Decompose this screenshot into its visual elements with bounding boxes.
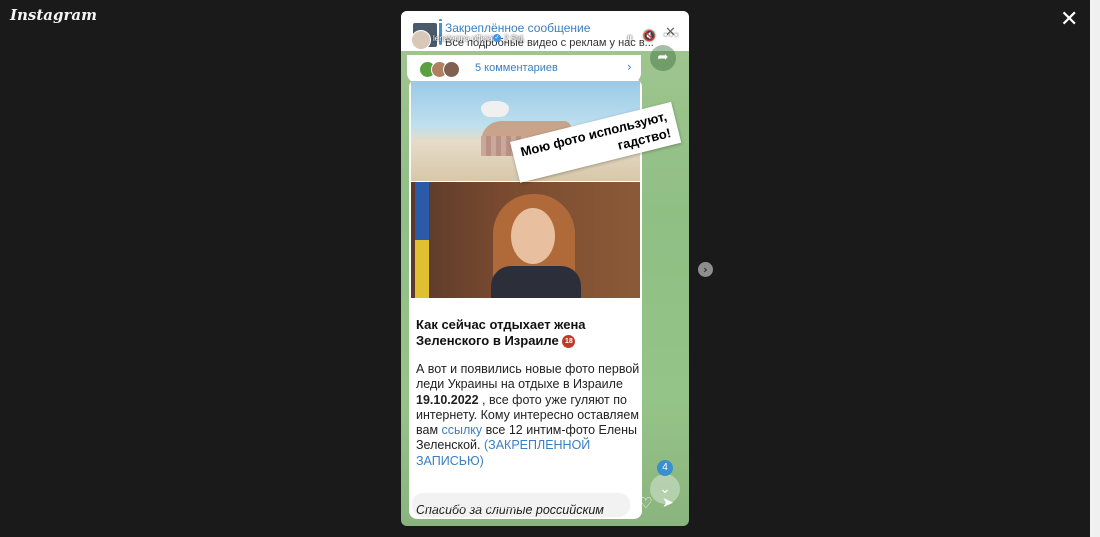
mute-icon[interactable]: 🔇 (643, 31, 655, 42)
post-date: 19.10.2022 (416, 392, 479, 407)
instagram-logo[interactable]: Instagram (10, 6, 97, 24)
page-scrollbar[interactable] (1090, 0, 1100, 537)
more-options-icon[interactable]: ••• (663, 31, 679, 41)
portrait-photo (411, 182, 640, 298)
unread-count-badge: 4 (657, 460, 673, 476)
comment-avatars (419, 61, 465, 78)
story-header: lenalenina official ✓ 2 Std. ⏸ 🔇 ••• (409, 30, 681, 50)
chevron-right-icon: › (627, 60, 632, 74)
share-icon: ➦ (650, 45, 676, 71)
story-username[interactable]: lenalenina official (433, 34, 494, 43)
story-time: 2 Std. (504, 34, 525, 43)
story-progress-fill (409, 21, 477, 23)
post-link: ссылку (441, 423, 483, 438)
story-progress-bar (409, 21, 681, 23)
post-body: А вот и появились новые фото первой леди… (416, 362, 640, 469)
avatar[interactable] (411, 30, 431, 50)
age-badge: 18 (562, 335, 576, 349)
headline-text: Как сейчас отдыхает жена Зеленского в Из… (416, 317, 586, 348)
comments-count: 5 комментариев (475, 62, 558, 74)
heart-icon[interactable]: ♡ (639, 494, 652, 512)
reply-field[interactable] (411, 492, 631, 518)
reply-input[interactable] (421, 495, 625, 517)
story-viewer[interactable]: Закреплённое сообщение Все подробные вид… (401, 11, 689, 526)
post-headline: Как сейчас отдыхает жена Зеленского в Из… (416, 317, 636, 349)
close-icon[interactable]: ✕ (1060, 9, 1080, 31)
body-part-1: А вот и появились новые фото первой леди… (416, 362, 640, 392)
pause-icon[interactable]: ⏸ (627, 31, 633, 45)
verified-icon: ✓ (493, 34, 501, 42)
send-icon[interactable]: ➤ (662, 495, 674, 511)
next-story-button[interactable]: › (698, 262, 713, 277)
